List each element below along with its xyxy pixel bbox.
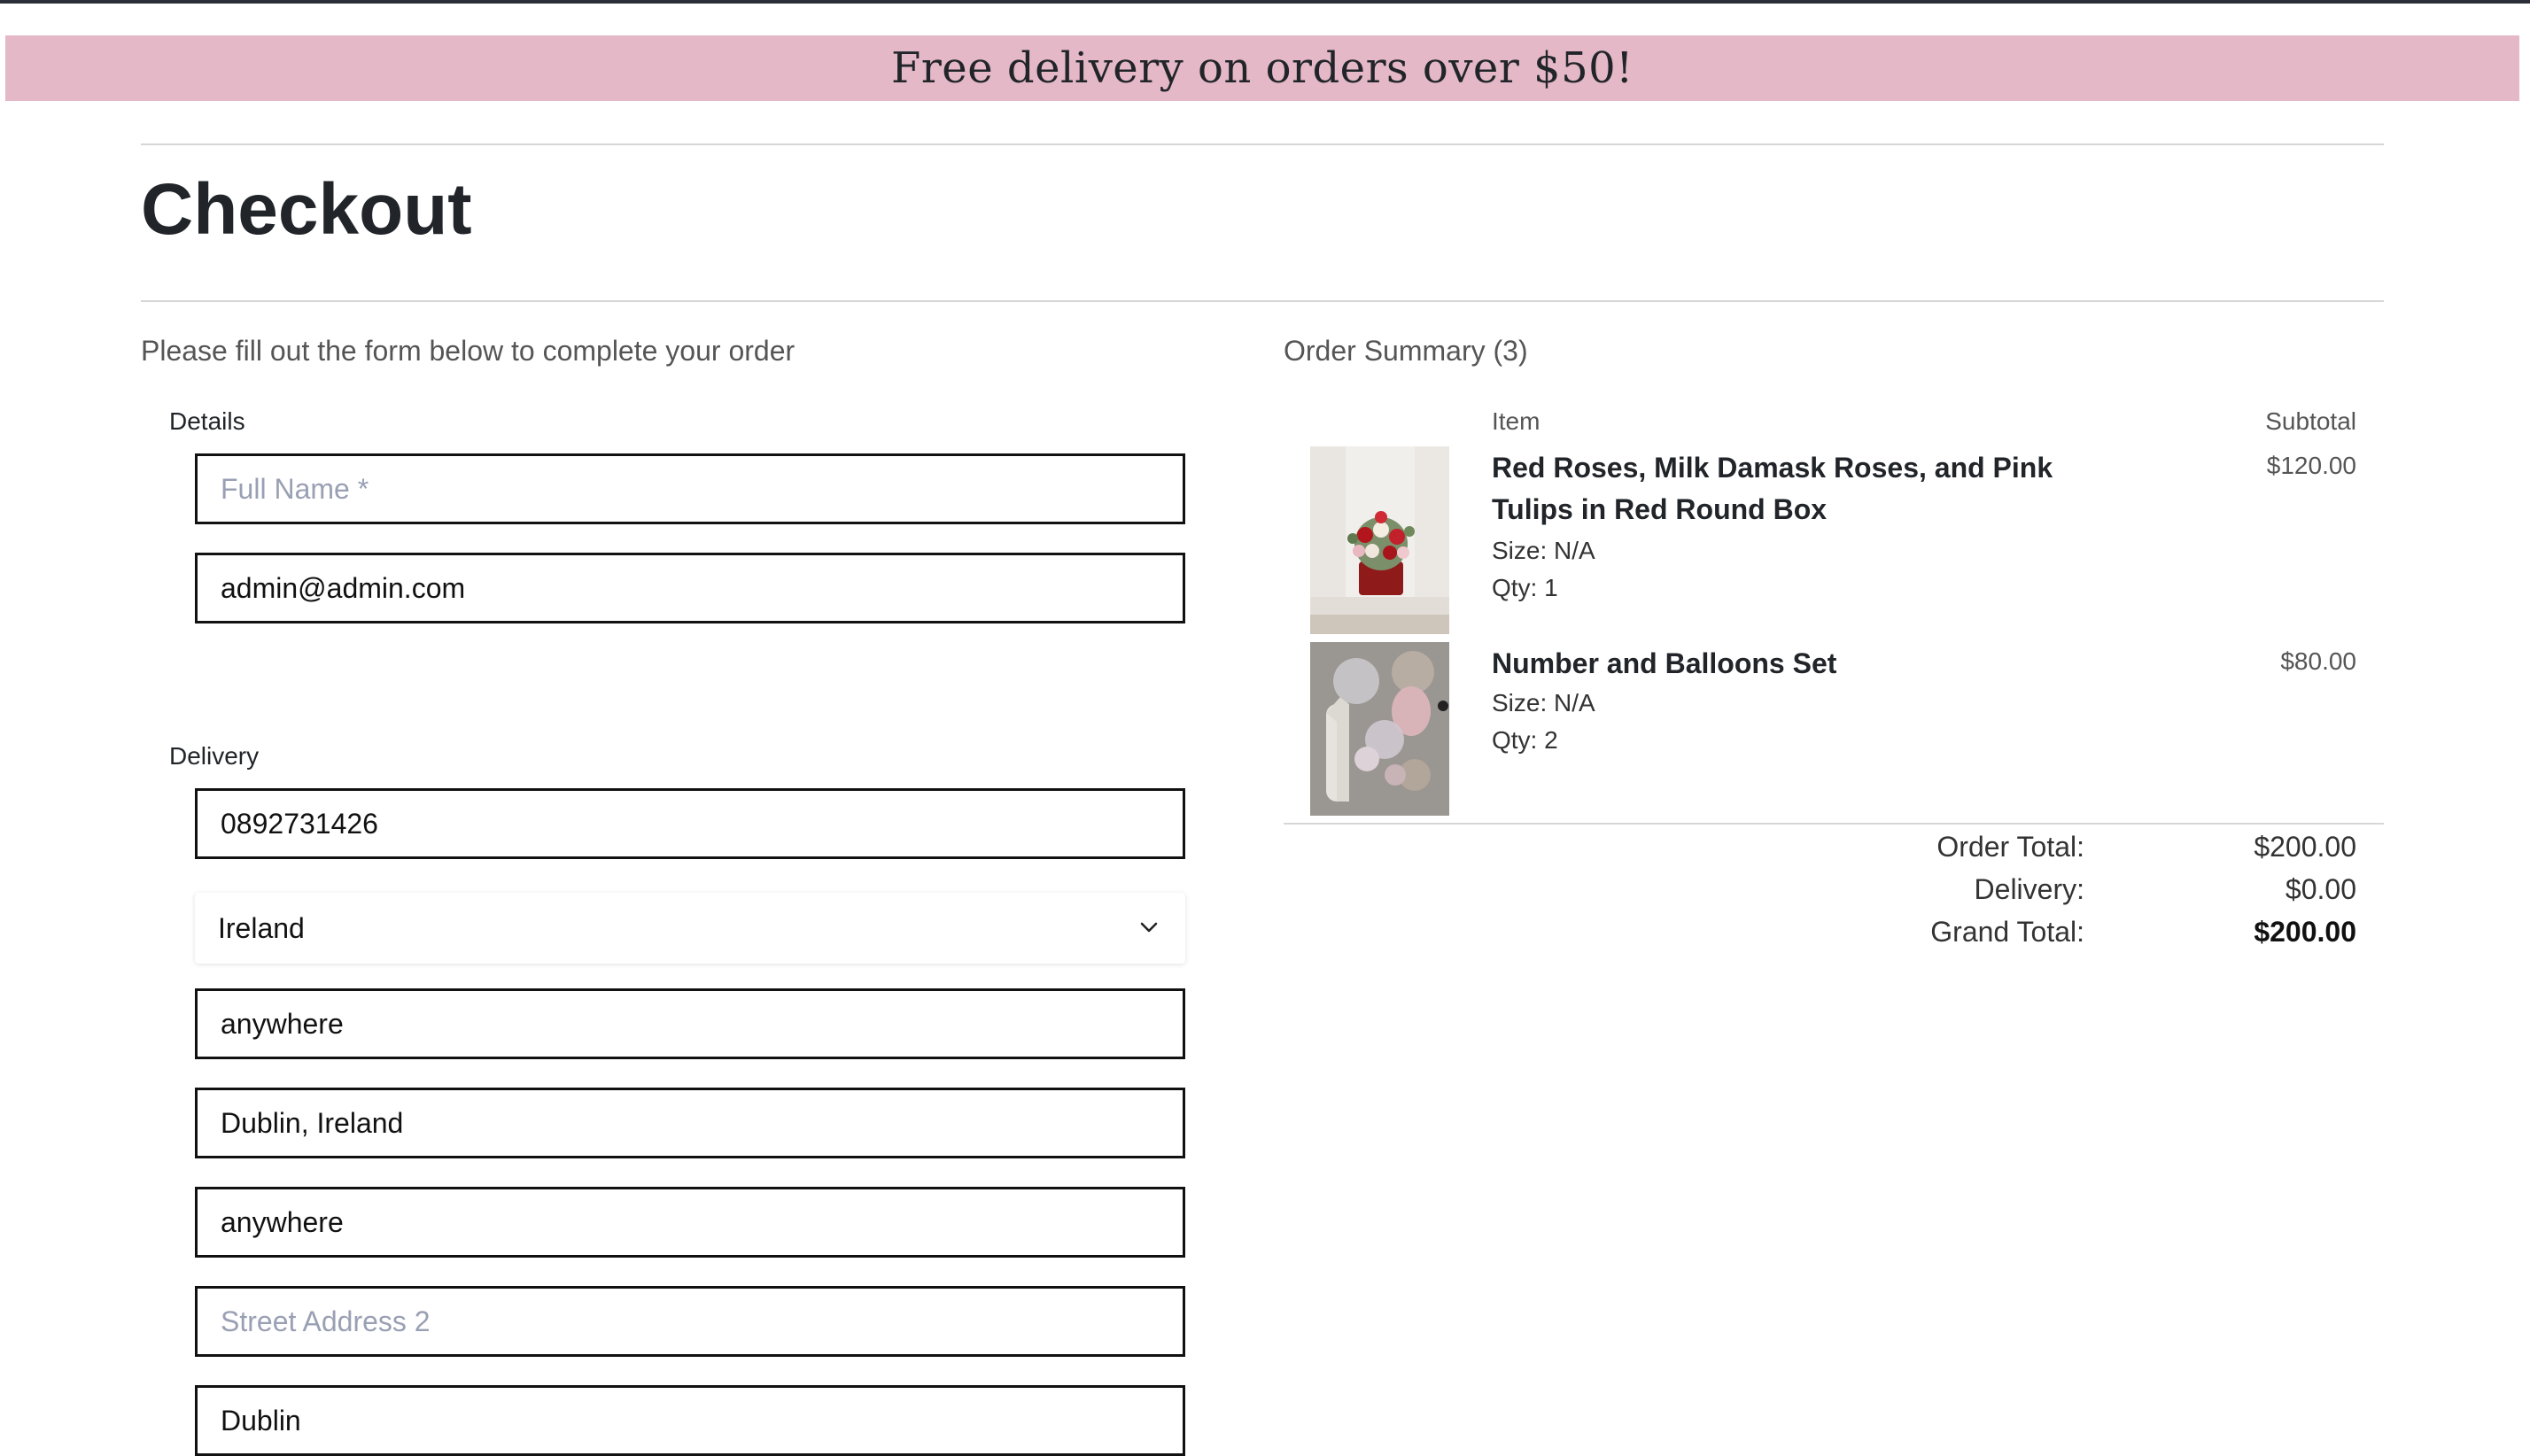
email-input[interactable]: admin@admin.com (195, 553, 1185, 623)
delivery-cost-label: Delivery: (1974, 873, 2084, 905)
divider-top (141, 143, 2384, 145)
product-image-balloons[interactable] (1310, 642, 1449, 816)
column-header-item: Item (1492, 407, 1541, 435)
item-name[interactable]: Number and Balloons Set (1492, 643, 2094, 685)
postcode-input[interactable]: anywhere (195, 988, 1185, 1059)
county-input[interactable]: Dublin (195, 1385, 1185, 1456)
item-size: Size: N/A (1492, 689, 1595, 716)
item-name-line: Red Roses, Milk Damask Roses, and Pink (1492, 452, 2053, 484)
street-address-1-input[interactable]: anywhere (195, 1187, 1185, 1258)
order-total-label: Order Total: (1936, 831, 2084, 863)
form-intro: Please fill out the form below to comple… (141, 335, 795, 367)
order-total-value: $200.00 (2254, 831, 2356, 863)
item-subtotal: $120.00 (2266, 452, 2356, 479)
delivery-cost-value: $0.00 (2285, 873, 2356, 905)
country-select[interactable]: Ireland (195, 893, 1185, 964)
promo-banner: Free delivery on orders over $50! (5, 35, 2519, 101)
country-select-value: Ireland (218, 911, 305, 944)
details-section-label: Details (169, 407, 245, 435)
chevron-down-icon (1140, 922, 1158, 933)
page-title: Checkout (141, 169, 472, 250)
item-size: Size: N/A (1492, 537, 1595, 564)
item-qty: Qty: 1 (1492, 574, 1558, 601)
divider-title (141, 300, 2384, 302)
item-name-line: Tulips in Red Round Box (1492, 493, 1828, 525)
phone-input[interactable]: 0892731426 (195, 788, 1185, 859)
column-header-subtotal: Subtotal (2265, 407, 2356, 435)
item-name[interactable]: Red Roses, Milk Damask Roses, and Pink T… (1492, 447, 2094, 531)
item-qty: Qty: 2 (1492, 726, 1558, 754)
top-border (0, 0, 2530, 4)
product-image-roses[interactable] (1310, 446, 1449, 634)
item-subtotal: $80.00 (2280, 647, 2356, 675)
promo-banner-text: Free delivery on orders over $50! (891, 43, 1634, 93)
delivery-section-label: Delivery (169, 742, 260, 770)
grand-total-label: Grand Total: (1930, 916, 2084, 948)
grand-total-value: $200.00 (2254, 916, 2356, 948)
full-name-input[interactable]: Full Name * (195, 453, 1185, 524)
divider-summary (1284, 823, 2384, 825)
order-summary-title: Order Summary (3) (1284, 335, 1528, 367)
town-input[interactable]: Dublin, Ireland (195, 1088, 1185, 1158)
street-address-2-input[interactable]: Street Address 2 (195, 1286, 1185, 1357)
